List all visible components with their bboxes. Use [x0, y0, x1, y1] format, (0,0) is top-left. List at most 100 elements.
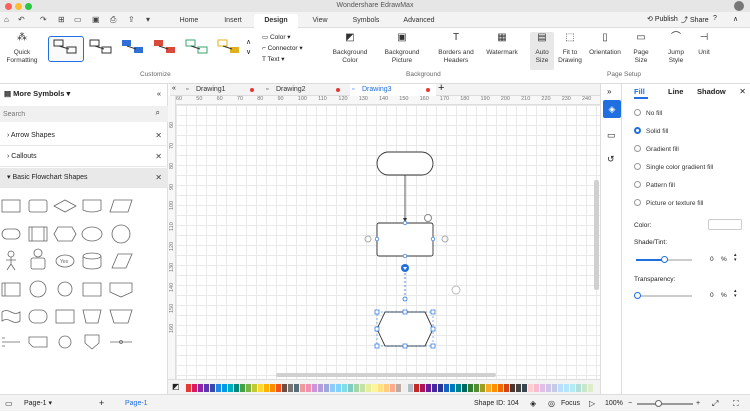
color-swatch[interactable] — [468, 384, 473, 392]
zoom-out-button[interactable]: − — [628, 395, 632, 412]
option-solid-fill[interactable]: Solid fill — [634, 126, 668, 137]
color-swatch[interactable] — [258, 384, 263, 392]
close-window-button[interactable] — [5, 3, 12, 10]
auto-size-button[interactable]: ▤ Auto Size — [530, 32, 554, 70]
color-swatch[interactable] — [276, 384, 281, 392]
undo-icon[interactable]: ↶ — [18, 15, 25, 24]
export-icon[interactable]: ⇪ — [128, 15, 135, 24]
publish-button[interactable]: ⟲ Publish — [647, 15, 678, 23]
zoom-slider-thumb[interactable] — [655, 400, 662, 407]
background-picture-button[interactable]: ▣ Background Picture — [382, 33, 422, 64]
connector-button[interactable]: ⌐ Connector ▾ — [262, 44, 303, 52]
focus-icon[interactable]: ◎ — [548, 395, 555, 412]
option-pattern-fill[interactable]: Pattern fill — [634, 180, 675, 191]
color-swatch[interactable] — [414, 384, 419, 392]
color-swatch[interactable] — [588, 384, 593, 392]
theme-style-6[interactable] — [214, 36, 244, 62]
play-icon[interactable]: ▷ — [589, 395, 595, 412]
zoom-slider[interactable] — [637, 400, 693, 407]
color-swatch[interactable] — [390, 384, 395, 392]
color-swatch[interactable] — [480, 384, 485, 392]
more-options-icon[interactable] — [424, 214, 432, 222]
section-callouts[interactable]: › Callouts ✕ — [0, 147, 168, 167]
shade-stepper-icon[interactable]: ▴ ▾ — [734, 253, 737, 263]
option-gradient-fill[interactable]: Gradient fill — [634, 144, 679, 155]
search-box[interactable]: ⌕ — [0, 106, 168, 122]
color-swatch[interactable] — [348, 384, 353, 392]
color-swatch[interactable] — [210, 384, 215, 392]
color-swatch[interactable] — [336, 384, 341, 392]
color-swatch[interactable] — [522, 384, 527, 392]
color-swatch[interactable] — [222, 384, 227, 392]
watermark-button[interactable]: ▦ Watermark — [482, 33, 522, 57]
color-swatch[interactable] — [558, 384, 563, 392]
jump-style-button[interactable]: ⌒ Jump Style — [663, 33, 689, 64]
tab-shadow[interactable]: Shadow — [697, 87, 726, 96]
theme-style-2[interactable] — [86, 36, 116, 62]
color-swatch[interactable] — [216, 384, 221, 392]
more-arrow-icon[interactable]: ▾ — [146, 15, 150, 24]
fit-page-icon[interactable]: ⤢ — [712, 395, 718, 412]
close-icon[interactable]: ✕ — [155, 168, 162, 188]
close-icon[interactable]: ✕ — [155, 147, 162, 167]
new-file-icon[interactable]: ⊞ — [58, 15, 65, 24]
color-swatch[interactable] — [552, 384, 557, 392]
tab-insert[interactable]: Insert — [218, 14, 248, 28]
shade-slider-thumb[interactable] — [661, 256, 668, 263]
page-icon[interactable]: ▭ — [607, 130, 616, 141]
tab-fill[interactable]: Fill — [634, 87, 645, 96]
page-selector[interactable]: Page-1 ▾ — [24, 395, 52, 412]
doc-tab-drawing3[interactable]: ▫ Drawing3 — [350, 84, 436, 96]
share-button[interactable]: ⤴ Share — [681, 15, 709, 25]
color-swatch[interactable] — [384, 384, 389, 392]
drawing-canvas[interactable] — [176, 105, 600, 379]
transparency-stepper-icon[interactable]: ▴ ▾ — [734, 289, 737, 299]
expand-panel-icon[interactable]: » — [607, 87, 611, 96]
orientation-button[interactable]: ▯ Orientation — [587, 33, 623, 57]
color-swatch[interactable] — [246, 384, 251, 392]
terminator-shape[interactable] — [376, 151, 434, 176]
fullscreen-icon[interactable]: ⛶ — [733, 395, 739, 412]
shade-slider[interactable] — [636, 256, 692, 263]
page-view-icon[interactable]: ▭ — [5, 395, 13, 412]
shade-value[interactable]: 0 — [710, 256, 714, 263]
color-swatch[interactable] — [198, 384, 203, 392]
fit-to-drawing-button[interactable]: ⬚ Fit to Drawing — [556, 33, 584, 64]
background-color-button[interactable]: ◩ Background Color — [330, 33, 370, 64]
color-swatch[interactable] — [534, 384, 539, 392]
save-icon[interactable]: ▣ — [92, 15, 100, 24]
color-swatch[interactable] — [420, 384, 425, 392]
connection-point[interactable] — [441, 235, 449, 243]
tab-line[interactable]: Line — [668, 87, 683, 96]
connector-endpoint[interactable] — [402, 296, 408, 302]
color-swatch[interactable] — [456, 384, 461, 392]
color-swatch[interactable] — [546, 384, 551, 392]
preparation-shape[interactable] — [376, 311, 434, 347]
color-swatch[interactable] — [192, 384, 197, 392]
transparency-slider[interactable] — [634, 292, 692, 299]
collapse-library-icon[interactable]: « — [172, 85, 176, 92]
color-swatch[interactable] — [564, 384, 569, 392]
doc-tab-drawing1[interactable]: ▫ Drawing1 — [184, 84, 264, 96]
transparency-slider-thumb[interactable] — [634, 292, 641, 299]
redo-icon[interactable]: ↷ — [40, 15, 47, 24]
page-tab-1[interactable]: Page-1 — [125, 395, 148, 412]
tab-design[interactable]: Design — [254, 14, 298, 28]
color-swatch[interactable] — [318, 384, 323, 392]
color-swatch[interactable] — [492, 384, 497, 392]
color-swatch[interactable] — [582, 384, 587, 392]
color-swatch[interactable] — [432, 384, 437, 392]
color-swatch[interactable] — [498, 384, 503, 392]
fill-bucket-icon[interactable]: ◩ — [172, 382, 180, 391]
process-shape[interactable] — [376, 222, 434, 257]
color-swatch[interactable] — [402, 384, 407, 392]
collapse-panel-icon[interactable]: « — [157, 84, 161, 103]
tab-home[interactable]: Home — [172, 14, 206, 28]
scroll-down-icon[interactable]: ∨ — [246, 48, 251, 56]
borders-headers-button[interactable]: T Borders and Headers — [434, 33, 478, 64]
color-swatch[interactable] — [354, 384, 359, 392]
color-swatch[interactable] — [540, 384, 545, 392]
color-swatch[interactable] — [186, 384, 191, 392]
open-folder-icon[interactable]: ▭ — [74, 15, 82, 24]
color-swatch[interactable] — [570, 384, 575, 392]
